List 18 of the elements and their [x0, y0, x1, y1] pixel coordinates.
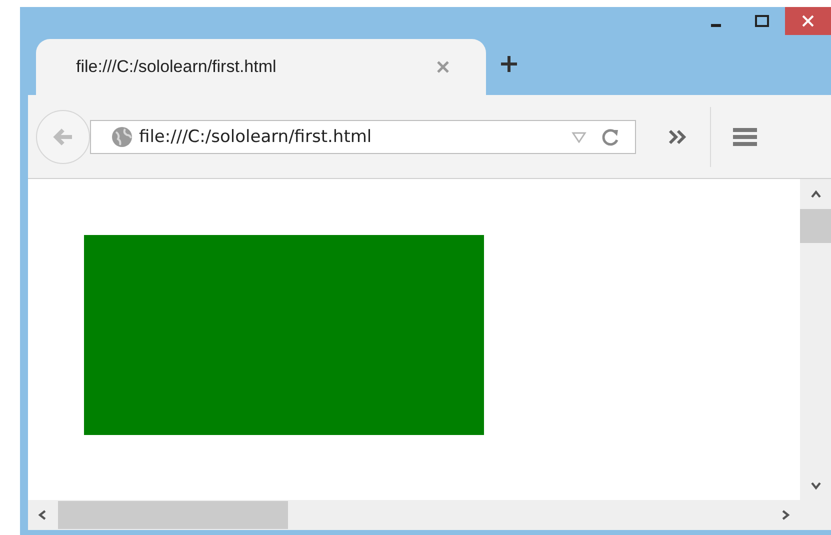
address-bar[interactable]: file:///C:/sololearn/first.html: [90, 120, 636, 154]
scrollbar-thumb[interactable]: [800, 209, 831, 243]
close-window-button[interactable]: [785, 7, 831, 35]
back-arrow-icon: [52, 126, 74, 146]
vertical-scrollbar[interactable]: [800, 179, 831, 500]
reload-icon[interactable]: [601, 126, 621, 146]
globe-icon: [111, 126, 133, 148]
minimize-icon: [711, 24, 721, 26]
horizontal-scrollbar[interactable]: [28, 500, 831, 530]
url-text: file:///C:/sololearn/first.html: [139, 126, 373, 146]
close-icon: [802, 15, 814, 27]
maximize-icon: [755, 15, 769, 27]
scrollbar-thumb[interactable]: [58, 501, 288, 529]
overflow-chevron-button[interactable]: [668, 128, 688, 144]
close-tab-icon[interactable]: [436, 60, 450, 74]
browser-tab[interactable]: file:///C:/sololearn/first.html: [36, 39, 486, 95]
new-tab-button[interactable]: [500, 55, 518, 73]
menu-button[interactable]: [733, 126, 757, 146]
